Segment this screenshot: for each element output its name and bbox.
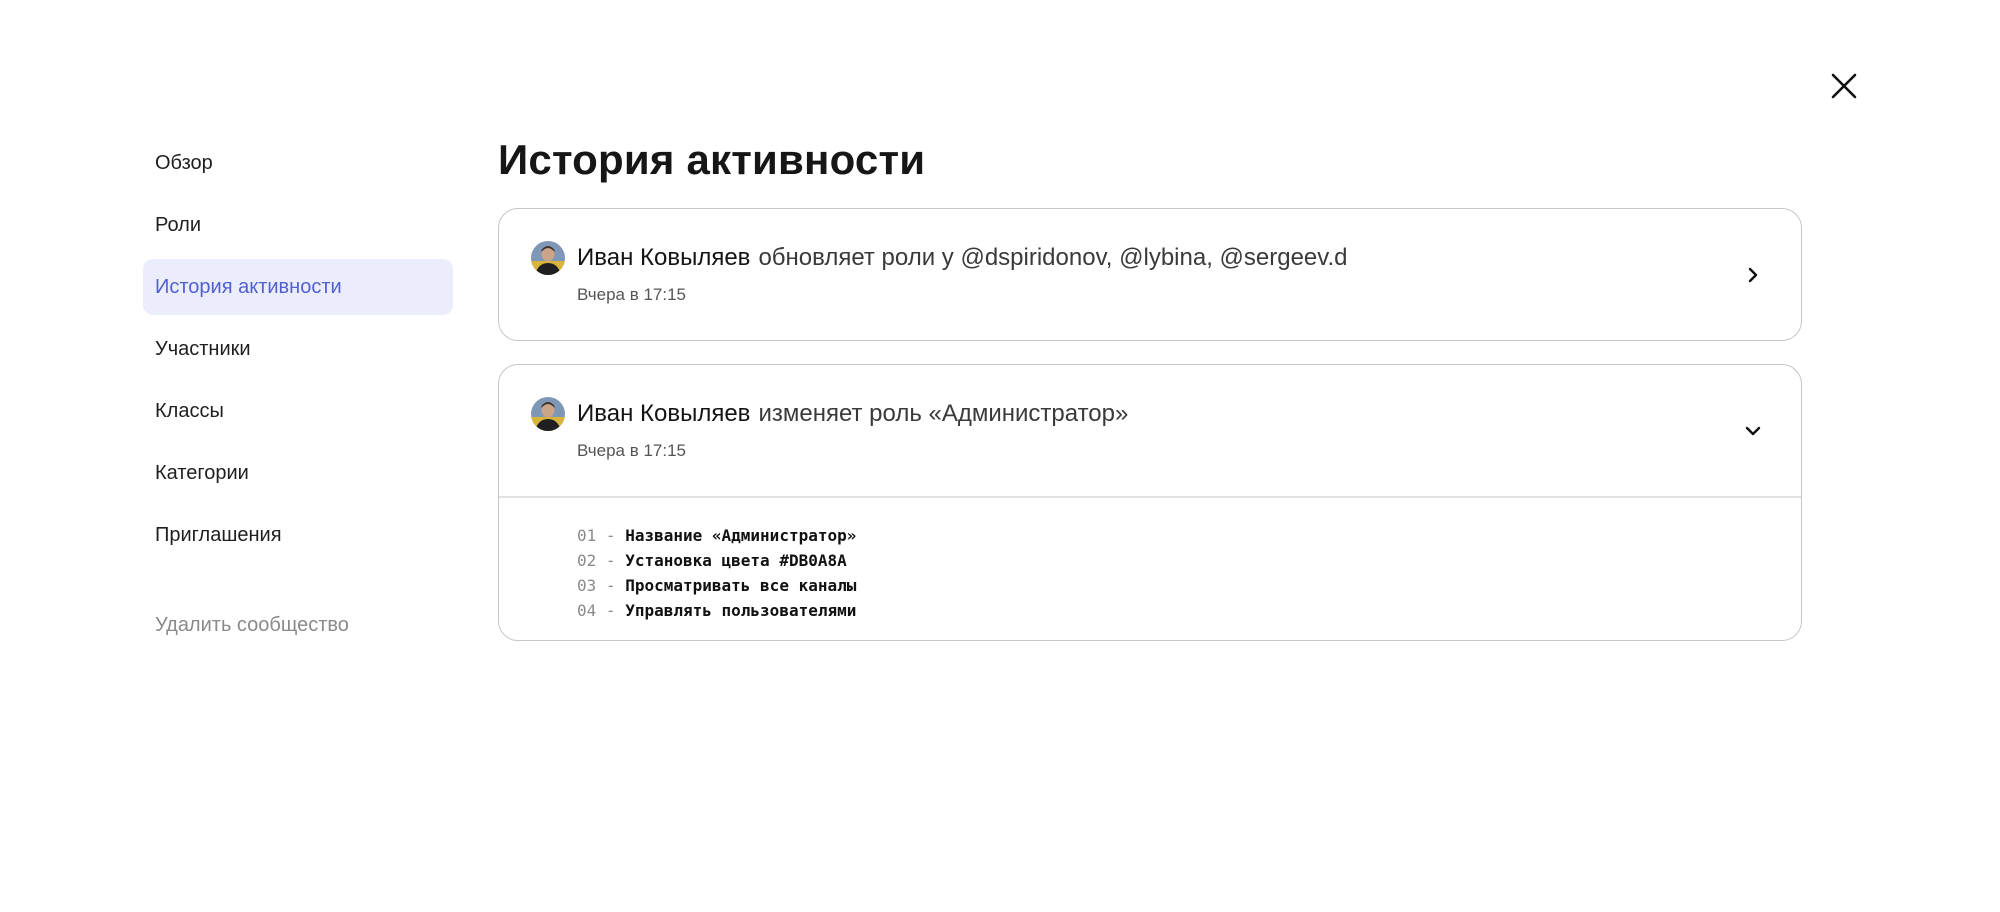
change-separator: -	[605, 600, 616, 620]
expand-button[interactable]	[1741, 263, 1765, 287]
close-icon	[1831, 73, 1857, 99]
change-separator: -	[605, 525, 616, 545]
avatar	[531, 397, 565, 431]
activity-event-card[interactable]: Иван Ковыляев обновляет роли у @dspiridon…	[498, 208, 1802, 341]
user-avatar-image	[531, 397, 565, 431]
settings-modal: Обзор Роли История активности Участники …	[0, 0, 2000, 912]
change-separator: -	[605, 575, 616, 595]
activity-event-description: Иван Ковыляев обновляет роли у @dspiridon…	[577, 242, 1348, 274]
avatar	[531, 241, 565, 275]
change-list: 01 - Название «Администратор» 02 - Устан…	[499, 498, 1801, 623]
sidebar-item-categories[interactable]: Категории	[143, 445, 453, 501]
page-title: История активности	[498, 136, 926, 183]
activity-event-header[interactable]: Иван Ковыляев обновляет роли у @dspiridon…	[499, 209, 1801, 340]
chevron-down-icon	[1745, 426, 1761, 435]
change-separator: -	[605, 550, 616, 570]
change-number: 04	[577, 600, 597, 620]
change-number: 01	[577, 525, 597, 545]
change-item: 03 - Просматривать все каналы	[577, 573, 1801, 598]
activity-event-header[interactable]: Иван Ковыляев изменяет роль «Администрато…	[499, 365, 1801, 496]
sidebar-item-roles[interactable]: Роли	[143, 197, 453, 253]
sidebar-item-classes[interactable]: Классы	[143, 383, 453, 439]
change-text: Управлять пользователями	[625, 600, 857, 620]
activity-timestamp: Вчера в 17:15	[577, 441, 687, 460]
collapse-button[interactable]	[1741, 419, 1765, 443]
activity-timestamp: Вчера в 17:15	[577, 285, 687, 304]
activity-event-description: Иван Ковыляев изменяет роль «Администрато…	[577, 398, 1128, 430]
change-text: Установка цвета #DB0A8A	[625, 550, 847, 570]
user-avatar-image	[531, 241, 565, 275]
actor-name[interactable]: Иван Ковыляев	[577, 244, 750, 271]
close-button[interactable]	[1826, 68, 1862, 104]
activity-history-panel: История активности Иван Ковыляев обновляе…	[498, 134, 1802, 641]
sidebar-item-invitations[interactable]: Приглашения	[143, 507, 453, 563]
delete-community-button[interactable]: Удалить сообщество	[143, 597, 453, 653]
settings-sidebar: Обзор Роли История активности Участники …	[143, 135, 453, 653]
change-item: 04 - Управлять пользователями	[577, 598, 1801, 623]
change-text: Просматривать все каналы	[625, 575, 857, 595]
activity-event-card[interactable]: Иван Ковыляев изменяет роль «Администрато…	[498, 364, 1802, 641]
change-number: 02	[577, 550, 597, 570]
change-item: 02 - Установка цвета #DB0A8A	[577, 548, 1801, 573]
chevron-right-icon	[1748, 267, 1758, 282]
change-number: 03	[577, 575, 597, 595]
sidebar-item-activity-history[interactable]: История активности	[143, 259, 453, 315]
actor-name[interactable]: Иван Ковыляев	[577, 400, 750, 427]
sidebar-item-overview[interactable]: Обзор	[143, 135, 453, 191]
sidebar-item-members[interactable]: Участники	[143, 321, 453, 377]
change-text: Название «Администратор»	[625, 525, 857, 545]
change-item: 01 - Название «Администратор»	[577, 523, 1801, 548]
activity-action: изменяет роль «Администратор»	[758, 400, 1129, 427]
activity-action: обновляет роли у @dspiridonov, @lybina, …	[758, 244, 1348, 271]
